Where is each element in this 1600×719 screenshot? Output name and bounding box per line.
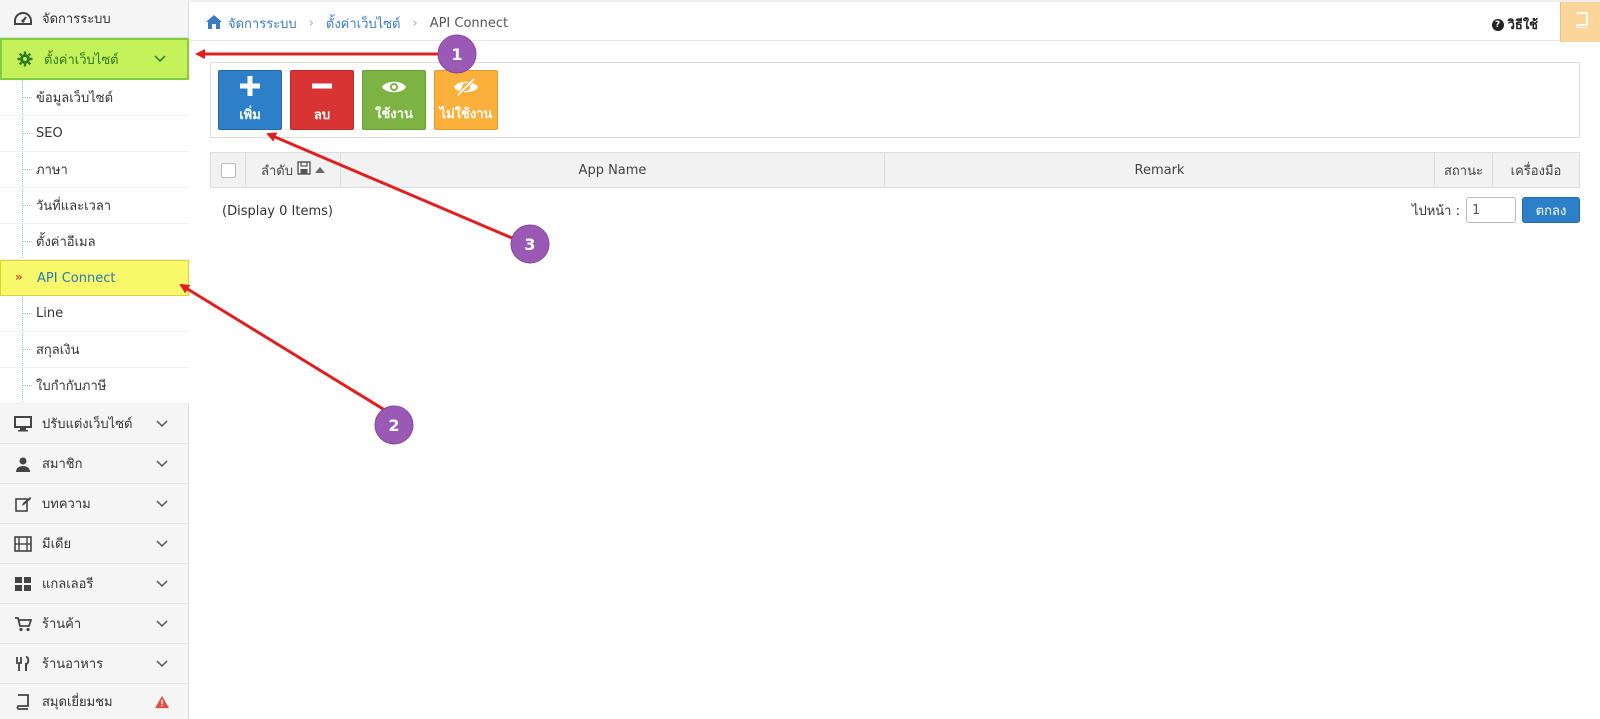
display-count: (Display 0 Items) [222, 204, 333, 219]
user-icon [12, 455, 34, 473]
column-app-name[interactable]: App Name [341, 153, 885, 187]
select-all-cell [211, 153, 246, 187]
breadcrumb-separator-icon: › [308, 16, 314, 31]
sort-asc-icon[interactable] [314, 163, 325, 178]
notebook-button[interactable] [1560, 2, 1600, 42]
edit-icon [12, 495, 34, 513]
chevron-down-icon [155, 579, 169, 588]
submenu-item-email-settings[interactable]: ตั้งค่าอีเมล [0, 224, 189, 260]
column-remark[interactable]: Remark [885, 153, 1435, 187]
submenu-item-line[interactable]: Line [0, 296, 189, 332]
grid-icon [12, 575, 34, 593]
help-link[interactable]: ? วิธีใช้ [1491, 14, 1538, 35]
question-icon: ? [1491, 18, 1504, 31]
svg-text:2: 2 [388, 416, 399, 435]
home-icon[interactable] [206, 14, 222, 33]
submenu-item-tax-invoice[interactable]: ใบกำกับภาษี [0, 368, 189, 404]
column-tools: เครื่องมือ [1510, 163, 1562, 179]
breadcrumb-parent[interactable]: ตั้งค่าเว็บไซต์ [326, 13, 401, 34]
action-toolbar: เพิ่ม ลบ ใช้งาน ไม่ใช้งาน [210, 62, 1580, 138]
column-status[interactable]: สถานะ [1435, 153, 1493, 187]
column-order[interactable]: ลำดับ [246, 153, 341, 187]
chevron-down-icon [153, 55, 167, 63]
enable-button[interactable]: ใช้งาน [362, 70, 426, 130]
book-icon [12, 693, 34, 711]
sidebar: จัดการระบบ ตั้งค่าเว็บไซต์ ข้อมูลเว็บไซต… [0, 0, 189, 719]
chevron-down-icon [155, 539, 169, 548]
gear-icon [14, 50, 36, 68]
chevron-down-icon [155, 459, 169, 468]
submenu-item-api-connect[interactable]: » API Connect [0, 260, 189, 296]
svg-text:3: 3 [524, 235, 535, 254]
sidebar-section-customize[interactable]: ปรับแต่งเว็บไซต์ [0, 404, 189, 444]
sidebar-item-label: จัดการระบบ [42, 12, 111, 27]
api-table: ลำดับ App Name Remark สถานะ เครื่องมือ [210, 152, 1580, 188]
disable-button[interactable]: ไม่ใช้งาน [434, 70, 498, 130]
cart-icon [12, 615, 34, 633]
eye-slash-icon [453, 77, 479, 99]
breadcrumb: จัดการระบบ › ตั้งค่าเว็บไซต์ › API Conne… [206, 13, 508, 34]
submenu-website-settings: ข้อมูลเว็บไซต์ SEO ภาษา วันที่และเวลา ตั… [0, 80, 189, 404]
submenu-item-currency[interactable]: สกุลเงิน [0, 332, 189, 368]
select-all-checkbox[interactable] [220, 162, 236, 178]
chevron-down-icon [155, 499, 169, 508]
monitor-icon [12, 415, 34, 433]
warning-icon [155, 695, 169, 709]
sidebar-section-label: ตั้งค่าเว็บไซต์ [44, 52, 119, 68]
minus-icon [311, 75, 333, 100]
notebook-icon [1573, 12, 1589, 32]
annotation-badge-3: 3 [510, 224, 550, 264]
sidebar-section-media[interactable]: มีเดีย [0, 524, 189, 564]
sidebar-section-articles[interactable]: บทความ [0, 484, 189, 524]
submenu-item-website-info[interactable]: ข้อมูลเว็บไซต์ [0, 80, 189, 116]
breadcrumb-current: API Connect [429, 16, 509, 31]
annotation-badge-2: 2 [374, 405, 414, 445]
add-button[interactable]: เพิ่ม [218, 70, 282, 130]
chevron-down-icon [155, 619, 169, 628]
sidebar-section-shop[interactable]: ร้านค้า [0, 604, 189, 644]
goto-page-label: ไปหน้า : [1411, 203, 1460, 219]
submenu-item-seo[interactable]: SEO [0, 116, 189, 152]
pagination: ไปหน้า : ตกลง [1412, 197, 1580, 223]
annotation-arrow-2 [179, 283, 389, 414]
dashboard-icon [12, 10, 34, 28]
sidebar-section-members[interactable]: สมาชิก [0, 444, 189, 484]
chevron-down-icon [155, 659, 169, 668]
sidebar-section-gallery[interactable]: แกลเลอรี [0, 564, 189, 604]
sidebar-section-guestbook[interactable]: สมุดเยี่ยมชม [0, 684, 189, 719]
submenu-item-datetime[interactable]: วันที่และเวลา [0, 188, 189, 224]
save-order-icon[interactable] [297, 161, 311, 179]
sidebar-section-website-settings[interactable]: ตั้งค่าเว็บไซต์ [0, 38, 189, 80]
topbar: จัดการระบบ › ตั้งค่าเว็บไซต์ › API Conne… [190, 0, 1600, 42]
utensils-icon [12, 655, 34, 673]
plus-icon [239, 75, 261, 100]
submenu-item-language[interactable]: ภาษา [0, 152, 189, 188]
chevron-down-icon [155, 419, 169, 428]
app-root: จัดการระบบ ตั้งค่าเว็บไซต์ ข้อมูลเว็บไซต… [0, 0, 1600, 719]
page-number-input[interactable] [1466, 197, 1516, 223]
breadcrumb-separator-icon: › [412, 16, 418, 31]
sidebar-item-dashboard[interactable]: จัดการระบบ [0, 0, 189, 38]
go-button[interactable]: ตกลง [1522, 197, 1580, 223]
delete-button[interactable]: ลบ [290, 70, 354, 130]
sidebar-section-restaurant[interactable]: ร้านอาหาร [0, 644, 189, 684]
breadcrumb-home[interactable]: จัดการระบบ [228, 13, 297, 34]
film-icon [12, 535, 34, 553]
eye-icon [381, 77, 407, 99]
active-marker: » [15, 270, 23, 284]
